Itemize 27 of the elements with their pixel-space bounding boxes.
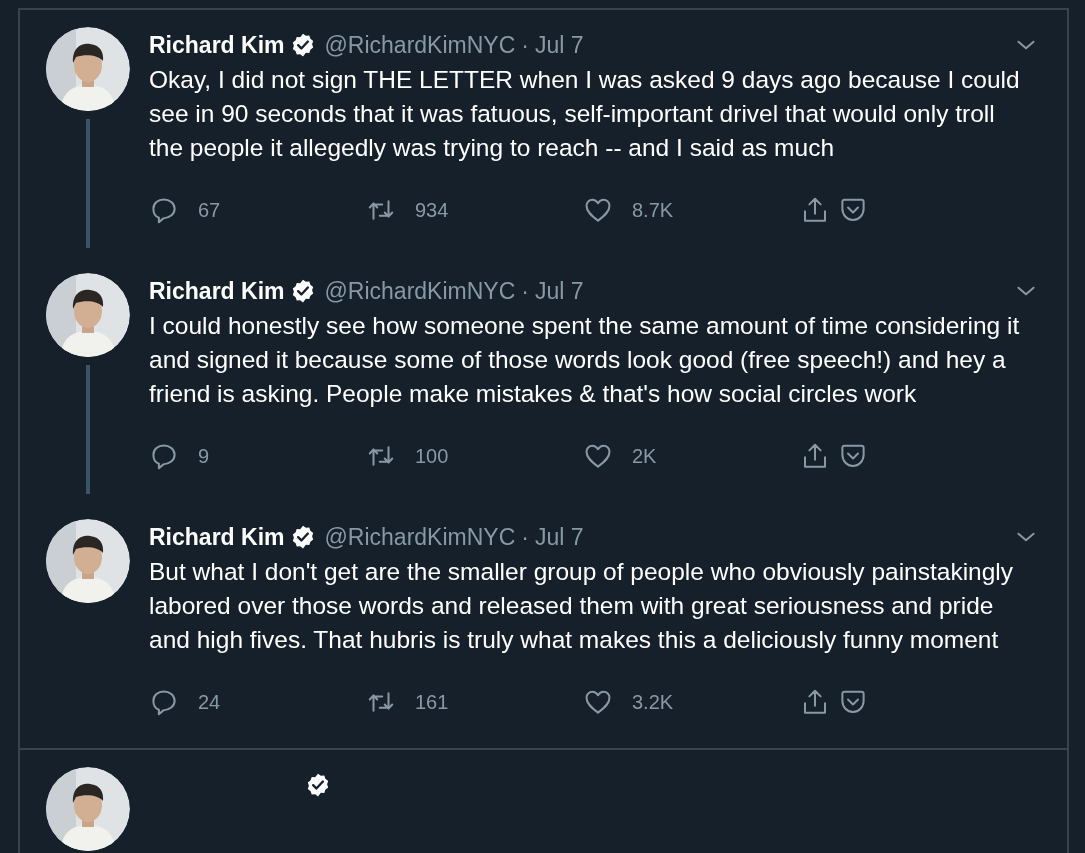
author-handle[interactable]: @RichardKimNYC: [324, 277, 516, 305]
tweet-date[interactable]: Jul 7: [534, 277, 584, 305]
action-count: 100: [415, 444, 449, 468]
author-name[interactable]: Richard Kim: [149, 31, 285, 59]
action-count: 934: [415, 198, 449, 222]
action-count: 161: [415, 690, 449, 714]
action-count: 67: [198, 198, 221, 222]
action-count: 8.7K: [632, 198, 674, 222]
author-handle[interactable]: @RichardKimNYC: [324, 31, 516, 59]
author-name[interactable]: Richard Kim: [149, 523, 285, 551]
reply-icon[interactable]: [149, 441, 179, 471]
tweet-text: Okay, I did not sign THE LETTER when I was asked 9 days ago because I could see in 90 seconds that it was fatuous, self-important drivel that would only troll the people it allegedly was trying to reach -- and I said as much: [149, 65, 1021, 163]
action-count: 9: [198, 444, 210, 468]
action-count: 3.2K: [632, 690, 674, 714]
tweet-date[interactable]: Jul 7: [534, 31, 584, 59]
author-name[interactable]: Richard Kim: [149, 277, 285, 305]
action-count: 24: [198, 690, 221, 714]
reply-icon[interactable]: [149, 195, 179, 225]
action-count: 2K: [632, 444, 657, 468]
separator-dot: ·: [521, 31, 529, 59]
reply-icon[interactable]: [149, 687, 179, 717]
tweet-text: But what I don't get are the smaller group of people who obviously painstakingly labored over those words and released them with great seriousness and pride and high fives. That hubris is truly what makes this a deliciously funny moment: [149, 557, 1015, 655]
tweet-text: I could honestly see how someone spent the same amount of time considering it and signed it because some of those words look good (free speech!) and hey a friend is asking. People make mistakes & that's how social circles work: [149, 311, 1021, 409]
separator-dot: ·: [521, 277, 529, 305]
author-handle[interactable]: @RichardKimNYC: [324, 523, 516, 551]
separator-dot: ·: [521, 523, 529, 551]
tweet-date[interactable]: Jul 7: [534, 523, 584, 551]
